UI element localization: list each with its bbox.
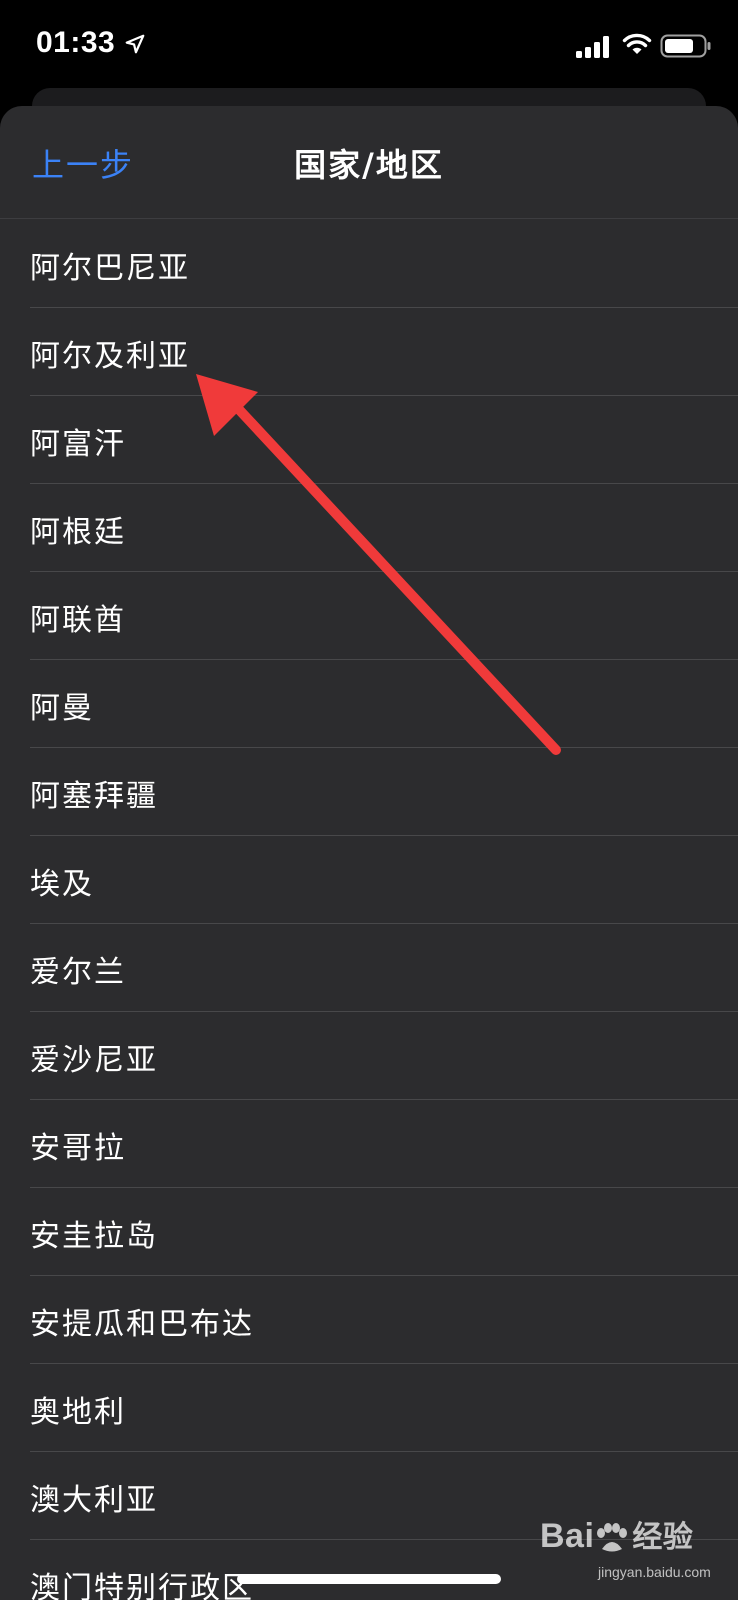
region-label: 澳门特别行政区 [30,1571,254,1600]
list-item[interactable]: 阿联酋 [0,572,738,660]
list-item[interactable]: 阿尔及利亚 [0,308,738,396]
location-arrow-icon [125,34,145,54]
region-label: 阿曼 [30,691,94,726]
list-item[interactable]: 阿根廷 [0,484,738,572]
region-label: 爱沙尼亚 [30,1043,158,1078]
list-item[interactable]: 安圭拉岛 [0,1188,738,1276]
region-label: 阿根廷 [30,515,126,550]
region-label: 安哥拉 [30,1131,126,1166]
home-indicator[interactable] [237,1574,501,1584]
status-time: 01:33 [36,26,116,59]
list-item[interactable]: 安提瓜和巴布达 [0,1276,738,1364]
list-item[interactable]: 阿尔巴尼亚 [0,220,738,308]
region-label: 阿联酋 [30,603,126,638]
region-label: 阿尔及利亚 [30,339,190,374]
watermark-brand-text: Bai [540,1517,595,1555]
page-title: 国家/地区 [294,146,444,184]
baidu-jingyan-watermark: Bai 经验 jingyan.baidu.com [540,1508,730,1594]
region-label: 阿富汗 [30,427,126,462]
list-item[interactable]: 阿富汗 [0,396,738,484]
region-label: 埃及 [30,867,94,902]
region-list: 阿尔巴尼亚阿尔及利亚阿富汗阿根廷阿联酋阿曼阿塞拜疆埃及爱尔兰爱沙尼亚安哥拉安圭拉… [0,220,738,1600]
list-item[interactable]: 安哥拉 [0,1100,738,1188]
paw-icon [597,1523,628,1552]
cellular-signal-icon [576,36,609,58]
list-item[interactable]: 阿塞拜疆 [0,748,738,836]
navigation-bar: 上一步 国家/地区 [0,106,738,219]
battery-icon [660,34,711,58]
region-picker-sheet: 上一步 国家/地区 阿尔巴尼亚阿尔及利亚阿富汗阿根廷阿联酋阿曼阿塞拜疆埃及爱尔兰… [0,106,738,1600]
region-label: 奥地利 [30,1395,126,1430]
list-item[interactable]: 奥地利 [0,1364,738,1452]
region-label: 安提瓜和巴布达 [30,1307,254,1342]
list-item[interactable]: 埃及 [0,836,738,924]
region-label: 爱尔兰 [30,955,126,990]
watermark-brand: Bai 经验 [540,1512,693,1556]
list-item[interactable]: 阿曼 [0,660,738,748]
list-item[interactable]: 爱沙尼亚 [0,1012,738,1100]
region-label: 阿尔巴尼亚 [30,251,190,286]
watermark-suffix: 经验 [632,1521,694,1554]
region-label: 阿塞拜疆 [30,779,158,814]
region-label: 澳大利亚 [30,1483,158,1518]
watermark-url: jingyan.baidu.com [598,1564,711,1580]
region-label: 安圭拉岛 [30,1219,158,1254]
status-bar: 01:33 [0,0,738,88]
list-item[interactable]: 爱尔兰 [0,924,738,1012]
wifi-icon [622,33,652,54]
